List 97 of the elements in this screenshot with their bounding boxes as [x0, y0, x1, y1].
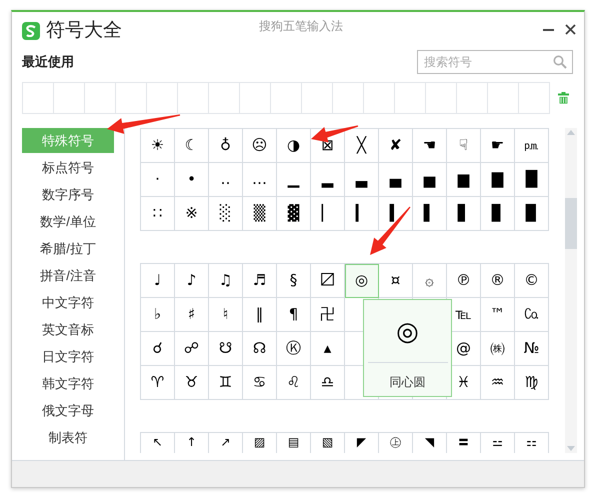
category-item[interactable]: 标点符号: [22, 155, 114, 180]
symbol-cell[interactable]: ♪: [175, 264, 209, 298]
symbol-cell[interactable]: ▄: [379, 163, 413, 197]
symbol-name: 同心圆: [390, 374, 426, 391]
symbol-cell[interactable]: ☾: [175, 129, 209, 163]
symbol-cell[interactable]: ℗: [447, 264, 481, 298]
scrollbar[interactable]: [565, 128, 577, 453]
search-field[interactable]: 搜索符号: [417, 50, 573, 74]
symbol-cell[interactable]: ▎: [345, 197, 379, 231]
symbol-cell[interactable]: ▂: [311, 163, 345, 197]
symbol-cell[interactable]: ¶: [277, 298, 311, 332]
symbol-cell[interactable]: ☚: [413, 129, 447, 163]
symbol-cell[interactable]: ╳: [345, 129, 379, 163]
symbol-cell[interactable]: ♈: [141, 366, 175, 400]
symbol-cell[interactable]: ※: [175, 197, 209, 231]
scroll-up-icon[interactable]: [566, 128, 576, 136]
symbol-cell[interactable]: ♉: [175, 366, 209, 400]
symbol-cell[interactable]: ☀: [141, 129, 175, 163]
symbol-cell[interactable]: ♁: [209, 129, 243, 163]
symbol-cell[interactable]: ㏇: [515, 298, 549, 332]
symbol-cell[interactable]: ▌: [413, 197, 447, 231]
category-item[interactable]: 数学/单位: [22, 209, 114, 234]
section-title: 最近使用: [22, 53, 74, 72]
symbol-cell[interactable]: ☌: [141, 332, 175, 366]
symbol-cell[interactable]: ♍: [515, 366, 549, 400]
symbol-cell[interactable]: ▴: [311, 332, 345, 366]
symbol-cell[interactable]: ▏: [311, 197, 345, 231]
symbol-cell[interactable]: ♊: [209, 366, 243, 400]
symbol-cell[interactable]: ‥: [209, 163, 243, 197]
symbol-cell[interactable]: ▆: [447, 163, 481, 197]
symbol-cell[interactable]: ♋: [243, 366, 277, 400]
category-item[interactable]: 俄文字母: [22, 398, 114, 423]
symbol-cell[interactable]: ㏘: [515, 129, 549, 163]
symbol-cell[interactable]: Ⓚ: [277, 332, 311, 366]
symbol-cell[interactable]: ™: [481, 298, 515, 332]
category-item[interactable]: 中文字符: [22, 290, 114, 315]
symbol-cell[interactable]: ▃: [345, 163, 379, 197]
symbol-cell[interactable]: ♭: [141, 298, 175, 332]
symbol-cell[interactable]: …: [243, 163, 277, 197]
symbol-cell[interactable]: ▅: [413, 163, 447, 197]
symbol-cell[interactable]: ♩: [141, 264, 175, 298]
symbol-cell[interactable]: ▇: [481, 163, 515, 197]
symbol-cell[interactable]: ▊: [481, 197, 515, 231]
category-item[interactable]: 拼音/注音: [22, 263, 114, 288]
symbol-cell[interactable]: ◑: [277, 129, 311, 163]
symbol-cell[interactable]: 〼: [311, 264, 345, 298]
minimize-icon[interactable]: [543, 29, 554, 31]
symbol-cell[interactable]: 卍: [311, 298, 345, 332]
search-icon[interactable]: [553, 55, 567, 69]
category-item[interactable]: 数字序号: [22, 182, 114, 207]
window-title: 符号大全: [46, 18, 122, 43]
symbol-cell[interactable]: ☍: [175, 332, 209, 366]
symbol-cell[interactable]: ▓: [277, 197, 311, 231]
symbol-cell[interactable]: ¤: [379, 264, 413, 298]
symbol-cell[interactable]: ▉: [515, 197, 549, 231]
symbol-cell[interactable]: ░: [209, 197, 243, 231]
symbol-cell[interactable]: §: [277, 264, 311, 298]
symbol-cell[interactable]: █: [515, 163, 549, 197]
symbol-cell[interactable]: ♒: [481, 366, 515, 400]
symbol-cell[interactable]: ♬: [243, 264, 277, 298]
symbol-cell[interactable]: ㈱: [481, 332, 515, 366]
symbol-cell[interactable]: ◎: [345, 264, 379, 298]
category-item[interactable]: 希腊/拉丁: [22, 236, 114, 261]
symbol-cell[interactable]: ☹: [243, 129, 277, 163]
symbol-cell[interactable]: ∷: [141, 197, 175, 231]
symbol-cell[interactable]: ♮: [209, 298, 243, 332]
symbol-cell[interactable]: ‖: [243, 298, 277, 332]
symbol-cell[interactable]: ·: [141, 163, 175, 197]
trash-icon[interactable]: [558, 92, 569, 104]
symbol-cell[interactable]: №: [515, 332, 549, 366]
symbol-cell[interactable]: ®: [481, 264, 515, 298]
symbol-cell[interactable]: ♎: [311, 366, 345, 400]
symbol-cell[interactable]: •: [175, 163, 209, 197]
category-item[interactable]: 制表符: [22, 425, 114, 450]
symbol-cell[interactable]: ▋: [447, 197, 481, 231]
symbol-cell[interactable]: ♯: [175, 298, 209, 332]
symbol-cell[interactable]: ♌: [277, 366, 311, 400]
symbol-cell[interactable]: ۞: [413, 264, 447, 298]
category-item[interactable]: 英文音标: [22, 317, 114, 342]
scroll-down-icon[interactable]: [566, 445, 576, 453]
category-item[interactable]: 韩文字符: [22, 371, 114, 396]
symbol-cell[interactable]: ☟: [447, 129, 481, 163]
category-item[interactable]: 日文字符: [22, 344, 114, 369]
preview-symbol: ◎: [396, 316, 419, 349]
window-subtitle: 搜狗五笔输入法: [259, 18, 343, 35]
symbol-cell[interactable]: ▁: [277, 163, 311, 197]
symbol-cell[interactable]: ▒: [243, 197, 277, 231]
symbol-cell[interactable]: ♫: [209, 264, 243, 298]
symbol-cell[interactable]: ☊: [243, 332, 277, 366]
scrollbar-thumb[interactable]: [565, 198, 577, 249]
symbol-cell[interactable]: ☛: [481, 129, 515, 163]
app-logo-icon: [22, 22, 40, 40]
symbol-cell[interactable]: ☋: [209, 332, 243, 366]
symbol-cell[interactable]: ✘: [379, 129, 413, 163]
close-icon[interactable]: [565, 24, 576, 35]
symbol-cell[interactable]: ©: [515, 264, 549, 298]
symbol-cell[interactable]: ▍: [379, 197, 413, 231]
